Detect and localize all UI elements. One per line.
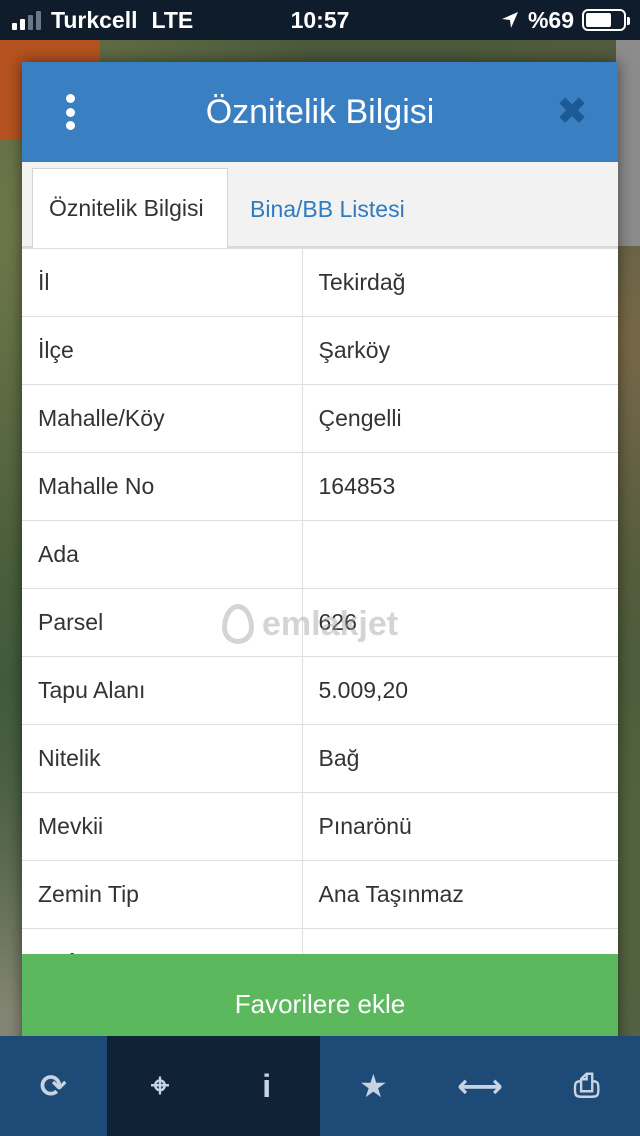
star-icon[interactable]: ★: [320, 1036, 427, 1136]
crosshair-icon[interactable]: ⌖: [106, 1036, 214, 1136]
watermark-logo-icon: [222, 604, 254, 644]
bottom-toolbar: ⟳ ⌖ i ★ ⟷ ⎙: [0, 1036, 640, 1136]
attribute-value: Pınarönü: [301, 792, 618, 861]
table-row: Mahalle No 164853: [22, 452, 618, 521]
close-icon[interactable]: ✖: [552, 92, 592, 132]
attribute-key: Mahalle/Köy: [22, 384, 303, 453]
table-row: Zemin Tip Ana Taşınmaz: [22, 860, 618, 929]
print-icon[interactable]: ⎙: [533, 1036, 640, 1136]
tab-building-list[interactable]: Bina/BB Listesi: [234, 170, 421, 248]
attribute-value: 5.009,20: [301, 656, 618, 725]
attribute-key: Ref: [22, 928, 303, 954]
attribute-key: Ada: [22, 520, 303, 589]
attribute-value: Tekirdağ: [301, 248, 618, 317]
modal-header: Öznitelik Bilgisi ✖: [22, 62, 618, 162]
table-row: Nitelik Bağ: [22, 724, 618, 793]
attribute-value: Bağ: [301, 724, 618, 793]
attribute-key: Zemin Tip: [22, 860, 303, 929]
table-row: RefG12431: [22, 928, 618, 954]
table-row: Ada: [22, 520, 618, 589]
more-options-icon[interactable]: [58, 94, 82, 130]
attribute-table-scroll[interactable]: İl Tekirdağ İlçe Şarköy Mahalle/Köy Çengelli M…: [22, 248, 618, 954]
measure-icon[interactable]: ⟷: [427, 1036, 534, 1136]
modal-title: Öznitelik Bilgisi: [205, 92, 435, 131]
info-icon[interactable]: i: [213, 1036, 321, 1136]
battery-percent: %69: [527, 6, 574, 33]
table-row: Mahalle/Köy Çengelli: [22, 384, 618, 453]
table-row: İl Tekirdağ: [22, 248, 618, 317]
attribute-key: İlçe: [22, 316, 303, 385]
attribute-key: Nitelik: [22, 724, 303, 793]
attribute-table: İl Tekirdağ İlçe Şarköy Mahalle/Köy Çengelli M…: [22, 248, 618, 954]
attribute-value: Ana Taşınmaz: [301, 860, 618, 929]
table-row: Tapu Alanı 5.009,20: [22, 656, 618, 725]
attribute-value: G12431: [301, 928, 618, 954]
battery-icon: [582, 9, 630, 31]
attribute-key: Mevkii: [22, 792, 303, 861]
tab-attribute-info[interactable]: Öznitelik Bilgisi: [32, 168, 228, 248]
status-bar: Turkcell LTE 10:57 %69: [0, 0, 640, 40]
attribute-value: Çengelli: [301, 384, 618, 453]
attribute-key: Mahalle No: [22, 452, 303, 521]
carrier-name: Turkcell: [51, 6, 138, 33]
table-row: Mevkii Pınarönü: [22, 792, 618, 861]
table-row: İlçe Şarköy: [22, 316, 618, 385]
attribute-key: İl: [22, 248, 303, 317]
watermark-text: emlakjet: [262, 604, 399, 643]
attribute-key: Tapu Alanı: [22, 656, 303, 725]
map-overlay-gray: [616, 40, 640, 246]
attribute-info-modal: Öznitelik Bilgisi ✖ Öznitelik Bilgisi Bi…: [22, 62, 618, 1054]
signal-icon: [12, 10, 41, 30]
tab-bar: Öznitelik Bilgisi Bina/BB Listesi: [22, 162, 618, 248]
attribute-value: Şarköy: [301, 316, 618, 385]
location-arrow-icon: [501, 12, 518, 28]
attribute-value: 164853: [301, 452, 618, 521]
watermark: emlakjet: [222, 604, 398, 644]
attribute-value: [301, 520, 618, 589]
refresh-icon[interactable]: ⟳: [0, 1036, 107, 1136]
network-type: LTE: [151, 6, 194, 33]
